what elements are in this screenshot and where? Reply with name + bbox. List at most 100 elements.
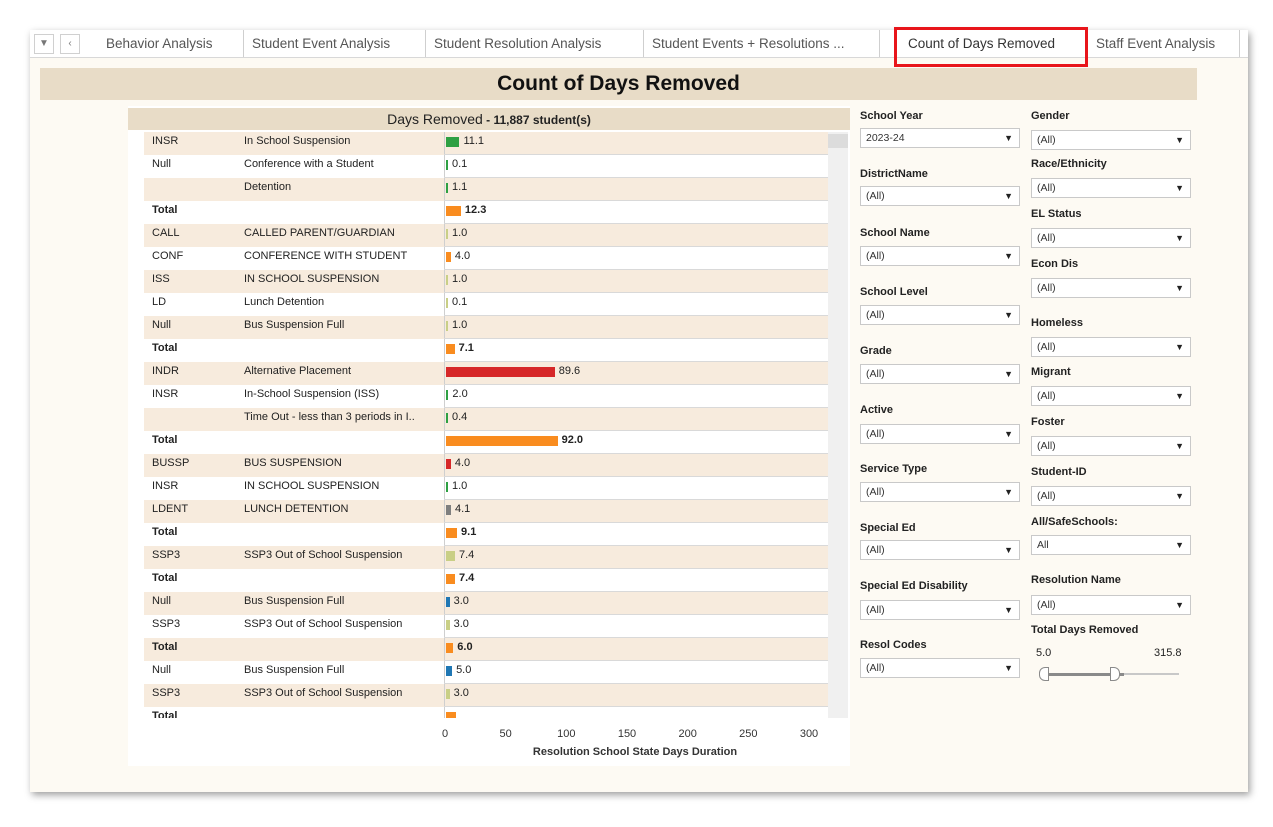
chart-row[interactable]: CALL CALLED PARENT/GUARDIAN 1.0: [144, 224, 828, 247]
chart-row[interactable]: LDENT LUNCH DETENTION 4.1: [144, 500, 828, 523]
chart-row[interactable]: INSR In School Suspension 11.1: [144, 132, 828, 155]
chart-scrollbar[interactable]: [828, 132, 848, 718]
chart-row[interactable]: Null Bus Suspension Full 5.0: [144, 661, 828, 684]
data-bar[interactable]: [446, 229, 448, 239]
data-bar[interactable]: [446, 252, 451, 262]
chart-total-row[interactable]: Total 9.1: [144, 523, 828, 546]
row-code: INDR: [152, 365, 179, 377]
data-bar[interactable]: [446, 505, 451, 515]
slider-max-handle[interactable]: [1110, 667, 1120, 681]
data-label: 9.1: [461, 526, 477, 538]
chart-total-row[interactable]: Total 7.4: [144, 569, 828, 592]
chart-row[interactable]: INDR Alternative Placement 89.6: [144, 362, 828, 385]
all-safe-schools-select[interactable]: All ▼: [1031, 535, 1191, 555]
row-description: CALLED PARENT/GUARDIAN: [244, 227, 395, 239]
data-label: 0.1: [452, 158, 468, 170]
scrollbar-thumb[interactable]: [828, 134, 848, 148]
data-bar[interactable]: [446, 666, 453, 676]
row-description: Alternative Placement: [244, 365, 351, 377]
row-code: LD: [152, 296, 167, 308]
chevron-left-icon[interactable]: ‹: [60, 34, 80, 54]
grade-select[interactable]: (All) ▼: [860, 364, 1020, 384]
data-bar[interactable]: [446, 643, 454, 653]
data-bar[interactable]: [446, 436, 558, 446]
tab-student-event-analysis[interactable]: Student Event Analysis: [244, 30, 426, 57]
migrant-select[interactable]: (All) ▼: [1031, 386, 1191, 406]
grade-label: Grade: [860, 345, 892, 357]
chart-rows[interactable]: INSR In School Suspension 11.1 Null Conferen…: [144, 132, 828, 718]
resolution-name-select[interactable]: (All) ▼: [1031, 595, 1191, 615]
chart-row[interactable]: INSR IN SCHOOL SUSPENSION 1.0: [144, 477, 828, 500]
chart-row[interactable]: SSP3 SSP3 Out of School Suspension 7.4: [144, 546, 828, 569]
data-bar[interactable]: [446, 528, 458, 538]
data-bar[interactable]: [446, 459, 451, 469]
row-code: ISS: [152, 273, 170, 285]
gender-select[interactable]: (All) ▼: [1031, 130, 1191, 150]
data-bar[interactable]: [446, 298, 448, 308]
foster-select[interactable]: (All) ▼: [1031, 436, 1191, 456]
special-ed-select[interactable]: (All) ▼: [860, 540, 1020, 560]
resol-codes-select[interactable]: (All) ▼: [860, 658, 1020, 678]
chart-row[interactable]: ISS IN SCHOOL SUSPENSION 1.0: [144, 270, 828, 293]
resol-codes-value: (All): [866, 662, 885, 674]
caret-down-icon[interactable]: ▼: [34, 34, 54, 54]
data-bar[interactable]: [446, 321, 448, 331]
chart-row[interactable]: Detention 1.1: [144, 178, 828, 201]
school-name-select[interactable]: (All) ▼: [860, 246, 1020, 266]
tab-student-resolution-analysis[interactable]: Student Resolution Analysis: [426, 30, 644, 57]
chart-row[interactable]: BUSSP BUS SUSPENSION 4.0: [144, 454, 828, 477]
slider-min-handle[interactable]: [1039, 667, 1049, 681]
row-axis-line: [444, 316, 445, 339]
tab-behavior-analysis[interactable]: Behavior Analysis: [98, 30, 244, 57]
row-description: BUS SUSPENSION: [244, 457, 342, 469]
chart-row[interactable]: Time Out - less than 3 periods in I.. 0.4: [144, 408, 828, 431]
student-id-select[interactable]: (All) ▼: [1031, 486, 1191, 506]
data-label: 92.0: [561, 434, 584, 446]
data-bar[interactable]: [446, 275, 448, 285]
chart-row[interactable]: Null Bus Suspension Full 3.0: [144, 592, 828, 615]
chart-row[interactable]: Null Bus Suspension Full 1.0: [144, 316, 828, 339]
econ-dis-label: Econ Dis: [1031, 258, 1079, 270]
data-bar[interactable]: [446, 367, 555, 377]
data-bar[interactable]: [446, 551, 455, 561]
chart-total-row[interactable]: Total 6.0: [144, 638, 828, 661]
chart-row[interactable]: SSP3 SSP3 Out of School Suspension 3.0: [144, 615, 828, 638]
chart-row[interactable]: CONF CONFERENCE WITH STUDENT 4.0: [144, 247, 828, 270]
race-ethnicity-select[interactable]: (All) ▼: [1031, 178, 1191, 198]
x-tick-label: 50: [499, 728, 512, 740]
data-label: 0.4: [452, 411, 468, 423]
data-bar[interactable]: [446, 137, 460, 147]
data-bar[interactable]: [446, 183, 448, 193]
econ-dis-select[interactable]: (All) ▼: [1031, 278, 1191, 298]
el-status-select[interactable]: (All) ▼: [1031, 228, 1191, 248]
district-name-select[interactable]: (All) ▼: [860, 186, 1020, 206]
school-year-select[interactable]: 2023-24 ▼: [860, 128, 1020, 148]
data-bar[interactable]: [446, 390, 449, 400]
chart-row[interactable]: Null Conference with a Student 0.1: [144, 155, 828, 178]
data-bar[interactable]: [446, 482, 448, 492]
all-safe-schools-value: All: [1037, 539, 1049, 551]
tab-staff-event-analysis[interactable]: Staff Event Analysis: [1088, 30, 1240, 57]
school-level-select[interactable]: (All) ▼: [860, 305, 1020, 325]
chart-total-row[interactable]: Total 12.3: [144, 201, 828, 224]
data-bar[interactable]: [446, 160, 448, 170]
data-bar[interactable]: [446, 574, 455, 584]
service-type-select[interactable]: (All) ▼: [860, 482, 1020, 502]
chart-total-row[interactable]: Total: [144, 707, 828, 718]
data-bar[interactable]: [446, 620, 450, 630]
chart-total-row[interactable]: Total 7.1: [144, 339, 828, 362]
chart-total-row[interactable]: Total 92.0: [144, 431, 828, 454]
active-select[interactable]: (All) ▼: [860, 424, 1020, 444]
data-bar[interactable]: [446, 689, 450, 699]
chart-row[interactable]: SSP3 SSP3 Out of School Suspension 3.0: [144, 684, 828, 707]
special-ed-disability-select[interactable]: (All) ▼: [860, 600, 1020, 620]
data-bar[interactable]: [446, 597, 450, 607]
tab-student-events-resolutions[interactable]: Student Events + Resolutions ...: [644, 30, 880, 57]
chart-row[interactable]: LD Lunch Detention 0.1: [144, 293, 828, 316]
homeless-select[interactable]: (All) ▼: [1031, 337, 1191, 357]
chart-row[interactable]: INSR In-School Suspension (ISS) 2.0: [144, 385, 828, 408]
data-bar[interactable]: [446, 413, 448, 423]
data-bar[interactable]: [446, 344, 455, 354]
data-bar[interactable]: [446, 206, 461, 216]
x-tick-label: 200: [678, 728, 697, 740]
